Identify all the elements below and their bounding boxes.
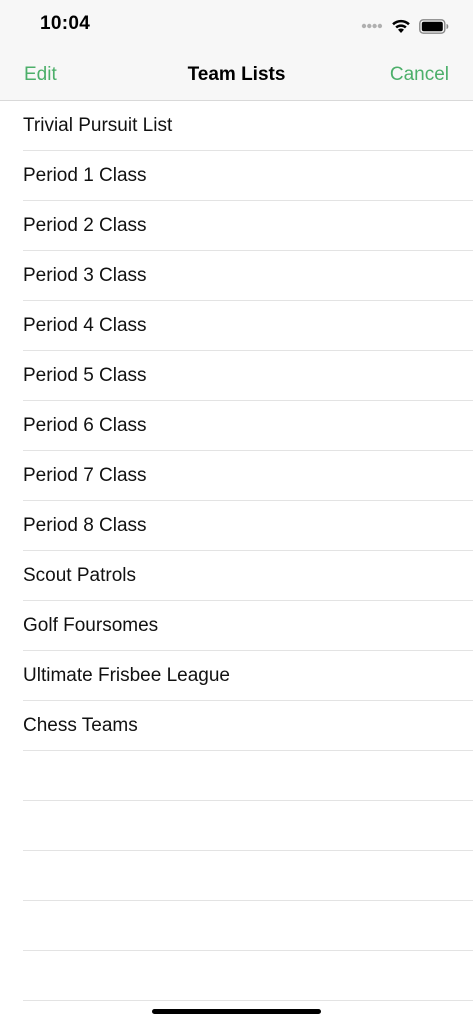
battery-icon: [419, 18, 449, 34]
list-item[interactable]: Period 4 Class: [23, 301, 473, 351]
team-lists-screen: 10:04 Edit Team Lists Cancel Trivial Pur…: [0, 0, 473, 1024]
empty-row-separator: [23, 901, 473, 951]
list-item[interactable]: Period 6 Class: [23, 401, 473, 451]
list-item[interactable]: Trivial Pursuit List: [23, 101, 473, 151]
status-time: 10:04: [40, 13, 91, 34]
team-lists: Trivial Pursuit List Period 1 Class Peri…: [0, 101, 473, 1001]
list-item[interactable]: Period 2 Class: [23, 201, 473, 251]
list-item-label: Period 8 Class: [23, 515, 147, 536]
list-item[interactable]: Chess Teams: [23, 701, 473, 751]
status-bar: 10:04: [0, 0, 473, 50]
list-item-label: Period 3 Class: [23, 265, 147, 286]
list-item[interactable]: Period 3 Class: [23, 251, 473, 301]
top-bar: 10:04 Edit Team Lists Cancel: [0, 0, 473, 101]
status-icons: [361, 16, 449, 36]
wifi-icon: [391, 18, 411, 34]
list-item-label: Trivial Pursuit List: [23, 115, 173, 136]
list-item[interactable]: Period 1 Class: [23, 151, 473, 201]
empty-row-separator: [23, 951, 473, 1001]
empty-row-separator: [23, 751, 473, 801]
list-item[interactable]: Scout Patrols: [23, 551, 473, 601]
list-item[interactable]: Golf Foursomes: [23, 601, 473, 651]
empty-row-separator: [23, 851, 473, 901]
list-item-label: Golf Foursomes: [23, 615, 159, 636]
cancel-button[interactable]: Cancel: [390, 64, 449, 86]
home-indicator[interactable]: [152, 1009, 321, 1014]
list-item-label: Period 6 Class: [23, 415, 147, 436]
list-item[interactable]: Period 7 Class: [23, 451, 473, 501]
list-item-label: Period 1 Class: [23, 165, 147, 186]
list-item-label: Period 7 Class: [23, 465, 147, 486]
list-item-label: Period 4 Class: [23, 315, 147, 336]
signal-dots-icon: [361, 23, 383, 29]
empty-row-separator: [23, 801, 473, 851]
list-item-label: Period 2 Class: [23, 215, 147, 236]
list-item[interactable]: Ultimate Frisbee League: [23, 651, 473, 701]
list-item[interactable]: Period 8 Class: [23, 501, 473, 551]
list-item[interactable]: Period 5 Class: [23, 351, 473, 401]
list-item-label: Period 5 Class: [23, 365, 147, 386]
list-item-label: Ultimate Frisbee League: [23, 665, 230, 686]
list-item-label: Chess Teams: [23, 715, 138, 736]
list-item-label: Scout Patrols: [23, 565, 136, 586]
navigation-bar: Edit Team Lists Cancel: [0, 50, 473, 100]
edit-button[interactable]: Edit: [24, 64, 57, 86]
